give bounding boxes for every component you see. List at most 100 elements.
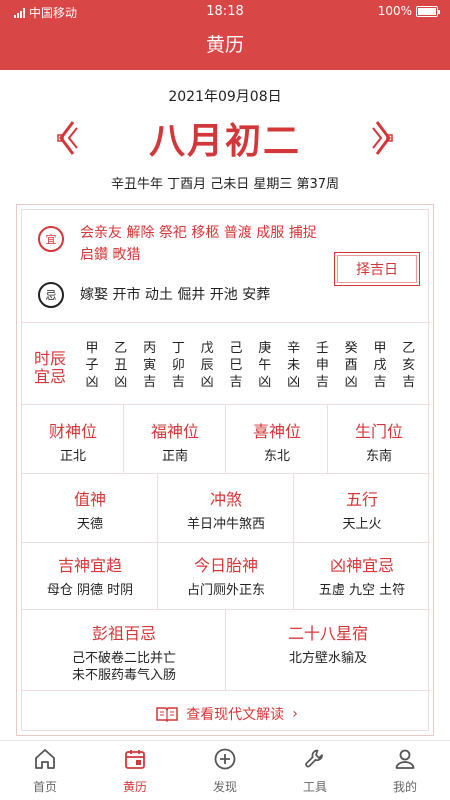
pengzu-line2: 未不服药毒气入肠 — [71, 668, 176, 683]
shichen-stem: 己 — [229, 341, 243, 356]
tab-discover[interactable]: 发现 — [180, 741, 270, 800]
almanac-card-inner: 宜 会亲友 解除 祭祀 移柩 普渡 成服 捕捉 启鑽 畋猎 择吉日 忌 嫁娶 开… — [21, 209, 432, 731]
direction-title: 喜神位 — [252, 422, 301, 441]
tab-label: 我的 — [392, 780, 417, 794]
direction-value: 正北 — [59, 449, 86, 464]
user-icon — [395, 749, 415, 769]
ji-items: 嫁娶 开市 动土 倔井 开池 安葬 — [80, 287, 271, 303]
read-modern-interpretation-link[interactable]: 查看现代文解读 › — [22, 704, 432, 724]
yi-badge: 宜 — [38, 226, 64, 252]
shichen-branch: 戌 — [373, 358, 387, 373]
shichen-stem: 庚 — [258, 341, 272, 356]
divider — [22, 404, 430, 405]
battery: 100% — [377, 4, 440, 18]
shichen-luck: 凶 — [344, 375, 358, 390]
battery-icon — [416, 5, 440, 17]
shichen-branch: 丑 — [114, 358, 128, 373]
pengzu-value: 己不破卷二比并亡 未不服药毒气入肠 — [22, 650, 226, 684]
shichen-stem: 壬 — [315, 341, 329, 356]
tab-home[interactable]: 首页 — [0, 741, 90, 800]
divider — [327, 405, 328, 473]
evil-gods-title: 凶神宜忌 — [329, 556, 394, 575]
yi-items-line1: 会亲友 解除 祭祀 移柩 普渡 成服 捕捉 — [80, 225, 317, 241]
shichen-stem: 甲 — [373, 341, 387, 356]
clash-cell: 冲煞 羊日冲牛煞西 — [158, 486, 294, 533]
tab-label: 工具 — [302, 780, 327, 794]
shichen-column: 己巳吉 — [224, 340, 248, 391]
shichen-column: 丁卯吉 — [166, 340, 190, 391]
duty-god-cell: 值神 天德 — [22, 486, 158, 533]
divider — [22, 690, 430, 691]
shichen-stem: 丁 — [171, 341, 185, 356]
shichen-stem: 乙 — [402, 341, 416, 356]
duty-god-title: 值神 — [73, 490, 106, 509]
tab-label: 发现 — [212, 780, 237, 794]
shichen-column: 乙丑凶 — [109, 340, 133, 391]
shichen-branch: 子 — [85, 358, 99, 373]
ji-section: 忌 嫁娶 开市 动土 倔井 开池 安葬 — [38, 282, 338, 312]
constellation-title: 二十八星宿 — [287, 624, 368, 643]
constellation-line1: 北方壁水貐及 — [288, 651, 367, 666]
direction-cell-wealth: 财神位 正北 — [22, 418, 124, 465]
tab-tools[interactable]: 工具 — [270, 741, 360, 800]
choose-auspicious-day-button[interactable]: 择吉日 — [334, 252, 420, 286]
shichen-luck: 吉 — [143, 375, 157, 390]
shichen-luck: 吉 — [402, 375, 416, 390]
shichen-column: 甲戌吉 — [368, 340, 392, 391]
shichen-stem: 癸 — [344, 341, 358, 356]
constellation-value: 北方壁水貐及 — [226, 650, 430, 667]
evil-gods-value: 五虚 九空 土符 — [318, 583, 406, 598]
direction-cell-joy: 喜神位 东北 — [226, 418, 328, 465]
shichen-branch: 巳 — [229, 358, 243, 373]
direction-title: 福神位 — [150, 422, 199, 441]
app-header: 中国移动 18:18 100% 黄历 — [0, 0, 450, 70]
divider — [225, 405, 226, 473]
shichen-title: 时辰 宜忌 — [34, 350, 76, 386]
shichen-column: 癸酉凶 — [339, 340, 363, 391]
shichen-column: 庚午凶 — [253, 340, 277, 391]
tab-profile[interactable]: 我的 — [360, 741, 450, 800]
five-elements-cell: 五行 天上火 — [294, 486, 430, 533]
battery-percent: 100% — [377, 4, 412, 18]
shichen-column: 乙亥吉 — [397, 340, 421, 391]
book-icon — [156, 707, 178, 722]
duty-god-value: 天德 — [76, 517, 103, 532]
shichen-branch: 亥 — [402, 358, 416, 373]
divider — [157, 474, 158, 542]
fetal-god-value: 占门厕外正东 — [186, 583, 265, 598]
shichen-branch: 寅 — [143, 358, 157, 373]
next-day-icon[interactable] — [371, 120, 393, 156]
shichen-stem: 辛 — [287, 341, 301, 356]
shichen-luck: 吉 — [315, 375, 329, 390]
fetal-god-cell: 今日胎神 占门厕外正东 — [158, 552, 294, 599]
calendar-icon — [125, 750, 145, 769]
tab-almanac[interactable]: 黄历 — [90, 741, 180, 800]
clash-title: 冲煞 — [209, 490, 242, 509]
read-more-label: 查看现代文解读 — [186, 707, 285, 723]
lucky-gods-cell: 吉神宜趋 母仓 阴德 时阴 — [22, 552, 158, 599]
shichen-stem: 甲 — [85, 341, 99, 356]
almanac-card: 宜 会亲友 解除 祭祀 移柩 普渡 成服 捕捉 启鑽 畋猎 择吉日 忌 嫁娶 开… — [16, 204, 434, 736]
shichen-luck: 凶 — [287, 375, 301, 390]
fetal-god-title: 今日胎神 — [193, 556, 258, 575]
shichen-luck: 吉 — [373, 375, 387, 390]
shichen-branch: 申 — [315, 358, 329, 373]
divider — [22, 609, 430, 610]
wrench-icon — [305, 749, 323, 768]
lucky-gods-value: 母仓 阴德 时阴 — [46, 583, 134, 598]
divider — [293, 474, 294, 542]
home-icon — [35, 749, 55, 769]
yi-items: 会亲友 解除 祭祀 移柩 普渡 成服 捕捉 启鑽 畋猎 — [80, 222, 340, 266]
five-elements-value: 天上火 — [342, 517, 382, 532]
tab-bar: 首页 黄历 发现 工具 我的 — [0, 740, 450, 800]
shichen-stem: 乙 — [114, 341, 128, 356]
shichen-column: 戊辰凶 — [195, 340, 219, 391]
pengzu-cell: 彭祖百忌 己不破卷二比并亡 未不服药毒气入肠 — [22, 620, 226, 684]
five-elements-title: 五行 — [345, 490, 378, 509]
yi-items-line2: 启鑽 畋猎 — [80, 247, 141, 263]
tab-label: 黄历 — [122, 780, 147, 794]
divider — [123, 405, 124, 473]
shichen-branch: 酉 — [344, 358, 358, 373]
shichen-branch: 辰 — [200, 358, 214, 373]
shichen-luck: 吉 — [229, 375, 243, 390]
